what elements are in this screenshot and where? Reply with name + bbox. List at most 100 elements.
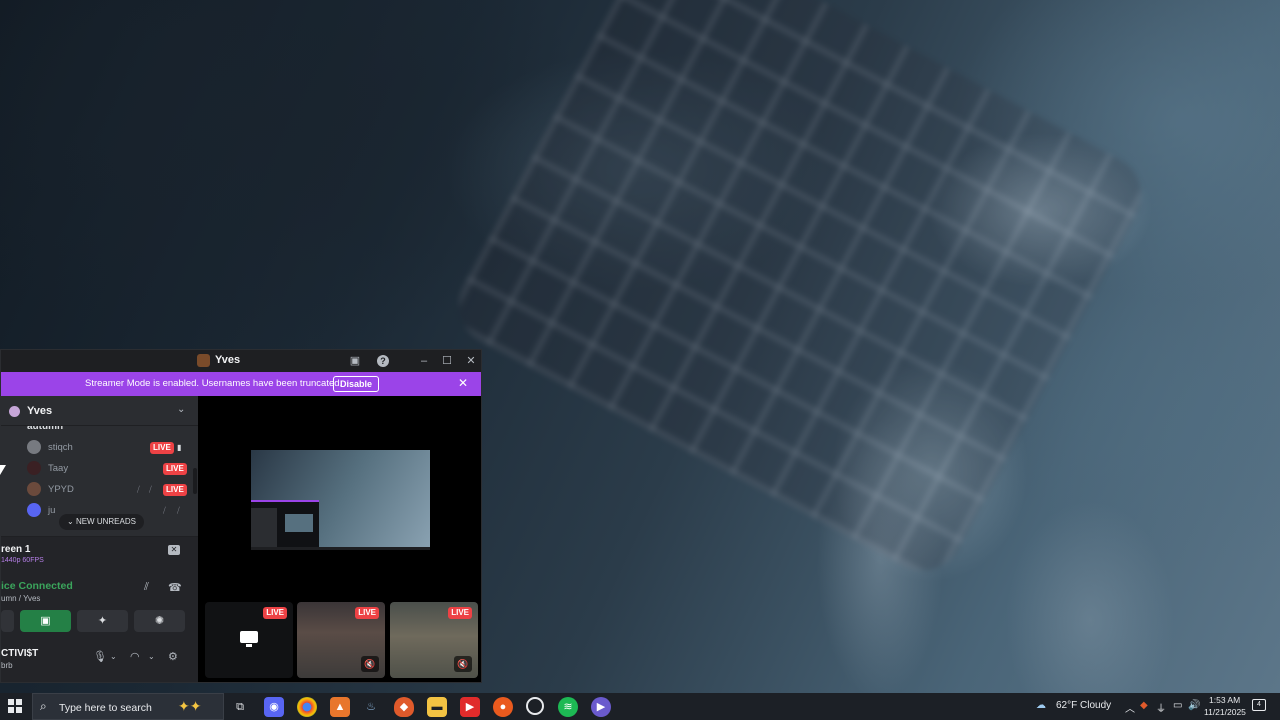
member-row[interactable]: YPYD ⧸ ⧸ LIVE xyxy=(1,480,191,500)
server-avatar xyxy=(9,406,20,417)
title-bar[interactable]: Yves ▣ ? – ☐ ✕ xyxy=(1,350,481,372)
nested-preview xyxy=(285,514,313,532)
channel-sidebar: Yves ⌄ autumn stiqch LIVE ▮ Taay LIVE YP… xyxy=(1,396,198,682)
member-name: Taay xyxy=(48,463,69,474)
avatar xyxy=(27,440,41,454)
search-box[interactable]: ⌕ Type here to search ✦✦ xyxy=(32,693,224,720)
noise-suppression-icon[interactable]: ⫽ xyxy=(144,581,149,594)
discord-icon[interactable]: ◉ xyxy=(264,697,284,717)
avatar xyxy=(27,503,41,517)
stream-quality: 1440p 60FPS xyxy=(1,557,44,564)
chevron-up-icon[interactable]: ︿ xyxy=(1125,700,1135,715)
monitor-icon xyxy=(240,631,258,647)
minimize-button[interactable]: – xyxy=(415,352,433,370)
chevron-down-icon[interactable]: ⌄ xyxy=(177,404,185,415)
member-name: YPYD xyxy=(48,484,74,495)
discord-window[interactable]: Yves ▣ ? – ☐ ✕ Streamer Mode is enabled.… xyxy=(0,349,482,683)
mic-muted-icon: ⧸ xyxy=(137,485,140,494)
usb-icon[interactable]: ⏚ xyxy=(1156,700,1166,715)
user-panel: CTIVI$T brb 🎙 ⌄ ◠ ⌄ ⚙ xyxy=(1,640,198,682)
clock-time[interactable]: 1:53 AM xyxy=(1209,695,1240,705)
server-icon xyxy=(197,354,210,367)
stream-preview-icon: ▮ xyxy=(177,443,182,452)
player-icon[interactable]: ▶ xyxy=(591,697,611,717)
microphone-icon[interactable]: 🎙 xyxy=(93,650,107,663)
member-row-partial[interactable]: autumn xyxy=(9,426,191,434)
server-name: Yves xyxy=(27,405,53,417)
stream-tile-screen[interactable]: LIVE xyxy=(205,602,293,678)
stream-tile[interactable]: LIVE 🔇 xyxy=(297,602,385,678)
taskbar: ⌕ Type here to search ✦✦ ⧉ ◉ ▲ ♨ ◆ ▬ ▶ ●… xyxy=(0,693,1280,720)
banner-message: Streamer Mode is enabled. Usernames have… xyxy=(85,378,343,389)
brave-icon[interactable]: ◆ xyxy=(394,697,414,717)
stream-stage: LIVE LIVE 🔇 LIVE 🔇 xyxy=(198,396,481,682)
steam-icon[interactable]: ♨ xyxy=(361,697,381,717)
sparkle-icon: ✦✦ xyxy=(178,698,202,714)
stream-title: reen 1 xyxy=(1,544,31,555)
nested-sidebar xyxy=(251,508,277,548)
notification-icon[interactable]: 4 xyxy=(1252,699,1266,711)
voice-channel: umn / Yves xyxy=(1,594,41,603)
stream-controls-strip xyxy=(251,547,430,550)
tray-app-icon[interactable]: ◆ xyxy=(1140,700,1148,711)
member-name: ju xyxy=(48,505,56,516)
focused-stream[interactable] xyxy=(251,450,430,550)
screen-share-button[interactable]: ▣ xyxy=(20,610,71,632)
network-icon[interactable]: ▭ xyxy=(1173,700,1182,711)
search-placeholder: Type here to search xyxy=(59,702,152,714)
stop-stream-icon[interactable]: ✕ xyxy=(168,545,180,555)
weather-icon: ☁ xyxy=(1036,700,1046,711)
obs-icon[interactable] xyxy=(526,697,544,715)
media-app-icon[interactable]: ▶ xyxy=(460,697,480,717)
muted-speaker-icon[interactable]: 🔇 xyxy=(454,656,472,672)
member-list-scrollbar[interactable] xyxy=(193,468,197,494)
spotify-icon[interactable]: ≋ xyxy=(558,697,578,717)
muted-speaker-icon[interactable]: 🔇 xyxy=(361,656,379,672)
close-button[interactable]: ✕ xyxy=(462,352,480,370)
chevron-down-icon[interactable]: ⌄ xyxy=(110,652,117,661)
streamer-mode-banner: Streamer Mode is enabled. Usernames have… xyxy=(1,372,481,396)
start-button[interactable] xyxy=(8,699,22,713)
headphones-icon[interactable]: ◠ xyxy=(130,650,140,663)
disable-streamer-mode-button[interactable]: Disable xyxy=(333,376,380,392)
new-unreads-label: NEW UNREADS xyxy=(75,517,136,526)
member-name: stiqch xyxy=(48,442,73,453)
gear-icon[interactable]: ⚙ xyxy=(168,650,178,663)
live-badge: LIVE xyxy=(163,484,187,496)
task-view-icon[interactable]: ⧉ xyxy=(230,697,250,717)
server-header[interactable]: Yves ⌄ xyxy=(1,396,198,426)
maximize-button[interactable]: ☐ xyxy=(438,352,456,370)
volume-icon[interactable]: 🔊 xyxy=(1188,700,1200,711)
live-badge: LIVE xyxy=(448,607,472,619)
game-app-icon[interactable]: ● xyxy=(493,697,513,717)
stream-panel: reen 1 1440p 60FPS ✕ ice Connected umn /… xyxy=(1,536,198,682)
file-explorer-icon[interactable]: ▬ xyxy=(427,697,447,717)
member-row[interactable]: Taay LIVE xyxy=(1,459,191,479)
live-badge: LIVE xyxy=(263,607,287,619)
stream-nested-window xyxy=(251,500,319,550)
soundboard-button[interactable]: ✺ xyxy=(134,610,185,632)
chrome-icon[interactable] xyxy=(297,697,317,717)
inbox-icon[interactable]: ▣ xyxy=(346,352,364,370)
user-status: brb xyxy=(1,661,13,670)
ark-icon[interactable]: ▲ xyxy=(330,697,350,717)
disconnect-icon[interactable]: ☎ xyxy=(168,581,182,594)
activities-button[interactable]: ✦ xyxy=(77,610,128,632)
avatar xyxy=(27,482,41,496)
weather-text[interactable]: 62°F Cloudy xyxy=(1056,700,1111,711)
live-badge: LIVE xyxy=(150,442,174,454)
chevron-down-icon[interactable]: ⌄ xyxy=(148,652,155,661)
mouse-cursor xyxy=(0,465,6,475)
new-unreads-button[interactable]: ⌄ NEW UNREADS xyxy=(59,514,144,530)
camera-button[interactable] xyxy=(1,610,14,632)
help-icon[interactable]: ? xyxy=(377,355,389,367)
username: CTIVI$T xyxy=(1,648,39,659)
banner-close-icon[interactable]: ✕ xyxy=(458,376,468,390)
stream-tile[interactable]: LIVE 🔇 xyxy=(390,602,478,678)
member-row[interactable]: stiqch LIVE ▮ xyxy=(1,438,191,458)
voice-status: ice Connected xyxy=(1,580,73,592)
avatar xyxy=(27,461,41,475)
member-name: autumn xyxy=(27,426,64,432)
clock-date[interactable]: 11/21/2025 xyxy=(1204,707,1246,717)
live-badge: LIVE xyxy=(163,463,187,475)
